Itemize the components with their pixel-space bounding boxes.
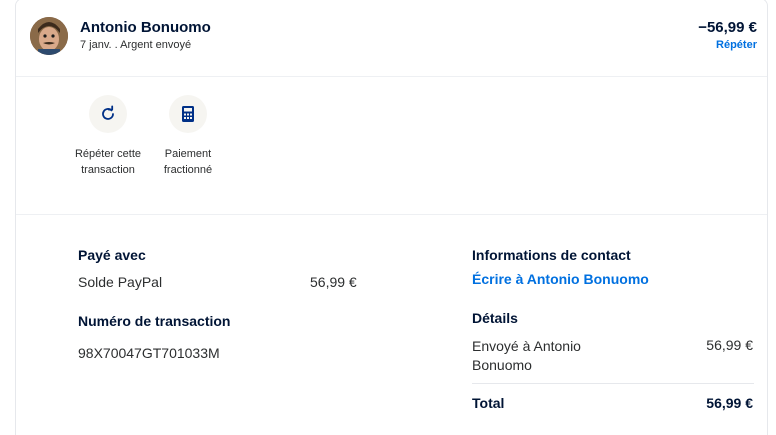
transaction-number-heading: Numéro de transaction (78, 313, 231, 329)
details-heading: Détails (472, 310, 518, 326)
write-to-contact-link[interactable]: Écrire à Antonio Bonuomo (472, 271, 649, 287)
contact-heading: Informations de contact (472, 247, 631, 263)
details-line-label-2: Bonuomo (472, 357, 532, 373)
repeat-transaction-action[interactable]: Répéter cette transaction (73, 95, 143, 178)
avatar (30, 17, 68, 55)
details-line-label: Envoyé à Antonio Bonuomo (472, 337, 581, 375)
transaction-header: Antonio Bonuomo 7 janv. . Argent envoyé … (16, 0, 767, 77)
transaction-number: 98X70047GT701033M (78, 345, 220, 361)
total-label: Total (472, 395, 505, 411)
split-payment-label: Paiement fractionné (163, 148, 213, 176)
actions-row: Répéter cette transaction Paiement fract… (16, 77, 767, 215)
repeat-link[interactable]: Répéter (716, 39, 757, 51)
repeat-transaction-label: Répéter cette transaction (74, 148, 142, 176)
recipient-name: Antonio Bonuomo (80, 19, 211, 36)
repeat-icon (89, 95, 127, 133)
calculator-icon (169, 95, 207, 133)
paid-with-heading: Payé avec (78, 247, 146, 263)
details-line-amount: 56,99 € (706, 337, 753, 353)
transaction-card: Antonio Bonuomo 7 janv. . Argent envoyé … (15, 0, 768, 435)
details-divider (472, 383, 754, 384)
payment-method: Solde PayPal (78, 274, 163, 290)
total-amount: 56,99 € (706, 395, 753, 411)
details-line-label-1: Envoyé à Antonio (472, 338, 581, 354)
split-payment-action[interactable]: Paiement fractionné (153, 95, 223, 178)
transaction-meta: 7 janv. . Argent envoyé (80, 39, 192, 51)
payment-method-amount: 56,99 € (310, 274, 357, 290)
transaction-amount: −56,99 € (698, 19, 757, 36)
